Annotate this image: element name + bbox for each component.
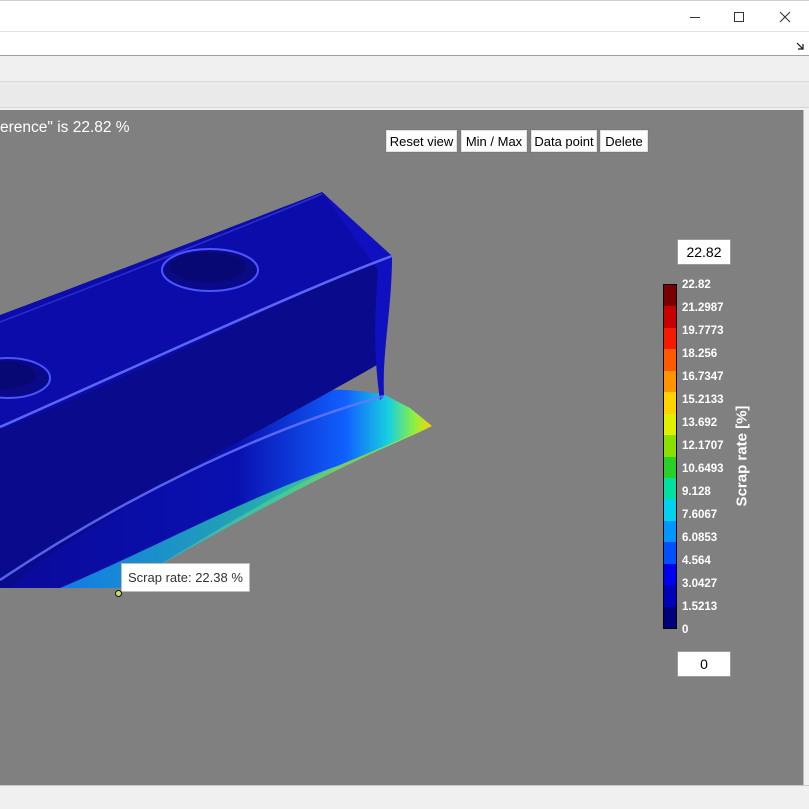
color-scale-segment — [664, 370, 676, 393]
color-scale-tick-label: 16.7347 — [682, 371, 724, 383]
color-scale-segment — [664, 392, 676, 414]
color-scale-segment — [664, 456, 676, 478]
collapse-arrow-icon[interactable] — [795, 38, 805, 50]
data-point-marker[interactable] — [115, 590, 122, 597]
scale-max-input[interactable]: 22.82 — [677, 239, 731, 265]
color-scale-bar — [663, 284, 677, 629]
color-scale-tick-label: 1.5213 — [682, 601, 718, 613]
color-scale-tick-label: 13.692 — [682, 417, 718, 429]
color-scale-segment — [664, 563, 676, 586]
color-scale-segment — [664, 499, 676, 521]
3d-viewport[interactable]: erence" is 22.82 % Reset view Min / Max … — [0, 110, 803, 785]
options-strip — [0, 81, 809, 108]
color-scale-tick-label: 3.0427 — [682, 578, 718, 590]
close-icon[interactable] — [762, 1, 808, 32]
minimize-icon[interactable] — [672, 1, 718, 32]
color-scale-tick-label: 9.128 — [682, 486, 711, 498]
toolbar-strip — [0, 57, 809, 81]
color-scale-tick-label: 6.0853 — [682, 532, 718, 544]
color-scale-title: Scrap rate [%] — [733, 405, 751, 507]
color-scale-tick-label: 22.82 — [682, 279, 711, 291]
window-right-edge — [803, 110, 809, 785]
color-scale-tick-label: 7.6067 — [682, 509, 718, 521]
color-scale-tick-label: 0 — [682, 624, 689, 636]
color-scale-tick-label: 4.564 — [682, 555, 711, 567]
color-scale-tick-label: 21.2987 — [682, 302, 724, 314]
color-scale-tick-label: 10.6493 — [682, 463, 724, 475]
status-bar — [0, 785, 809, 809]
color-scale-segment — [664, 542, 676, 564]
color-scale-tick-label: 15.2133 — [682, 394, 724, 406]
color-scale-segment — [664, 520, 676, 543]
color-scale-segment — [664, 477, 676, 500]
color-scale-tick-label: 12.1707 — [682, 440, 724, 452]
color-scale-segment — [664, 327, 676, 350]
color-scale-segment — [664, 585, 676, 607]
color-scale-segment — [664, 285, 676, 307]
maximize-icon[interactable] — [716, 1, 762, 32]
color-scale-segment — [664, 306, 676, 328]
scale-min-input[interactable]: 0 — [677, 651, 731, 677]
color-scale-tick-label: 19.7773 — [682, 325, 724, 337]
data-point-tooltip: Scrap rate: 22.38 % — [121, 563, 250, 592]
color-scale-segment — [664, 413, 676, 436]
color-scale-tick-label: 18.256 — [682, 348, 718, 360]
header-panel — [0, 31, 809, 56]
color-scale-segment — [664, 435, 676, 457]
color-scale-segment — [664, 606, 676, 628]
color-scale-segment — [664, 349, 676, 371]
window-titlebar — [0, 0, 809, 31]
